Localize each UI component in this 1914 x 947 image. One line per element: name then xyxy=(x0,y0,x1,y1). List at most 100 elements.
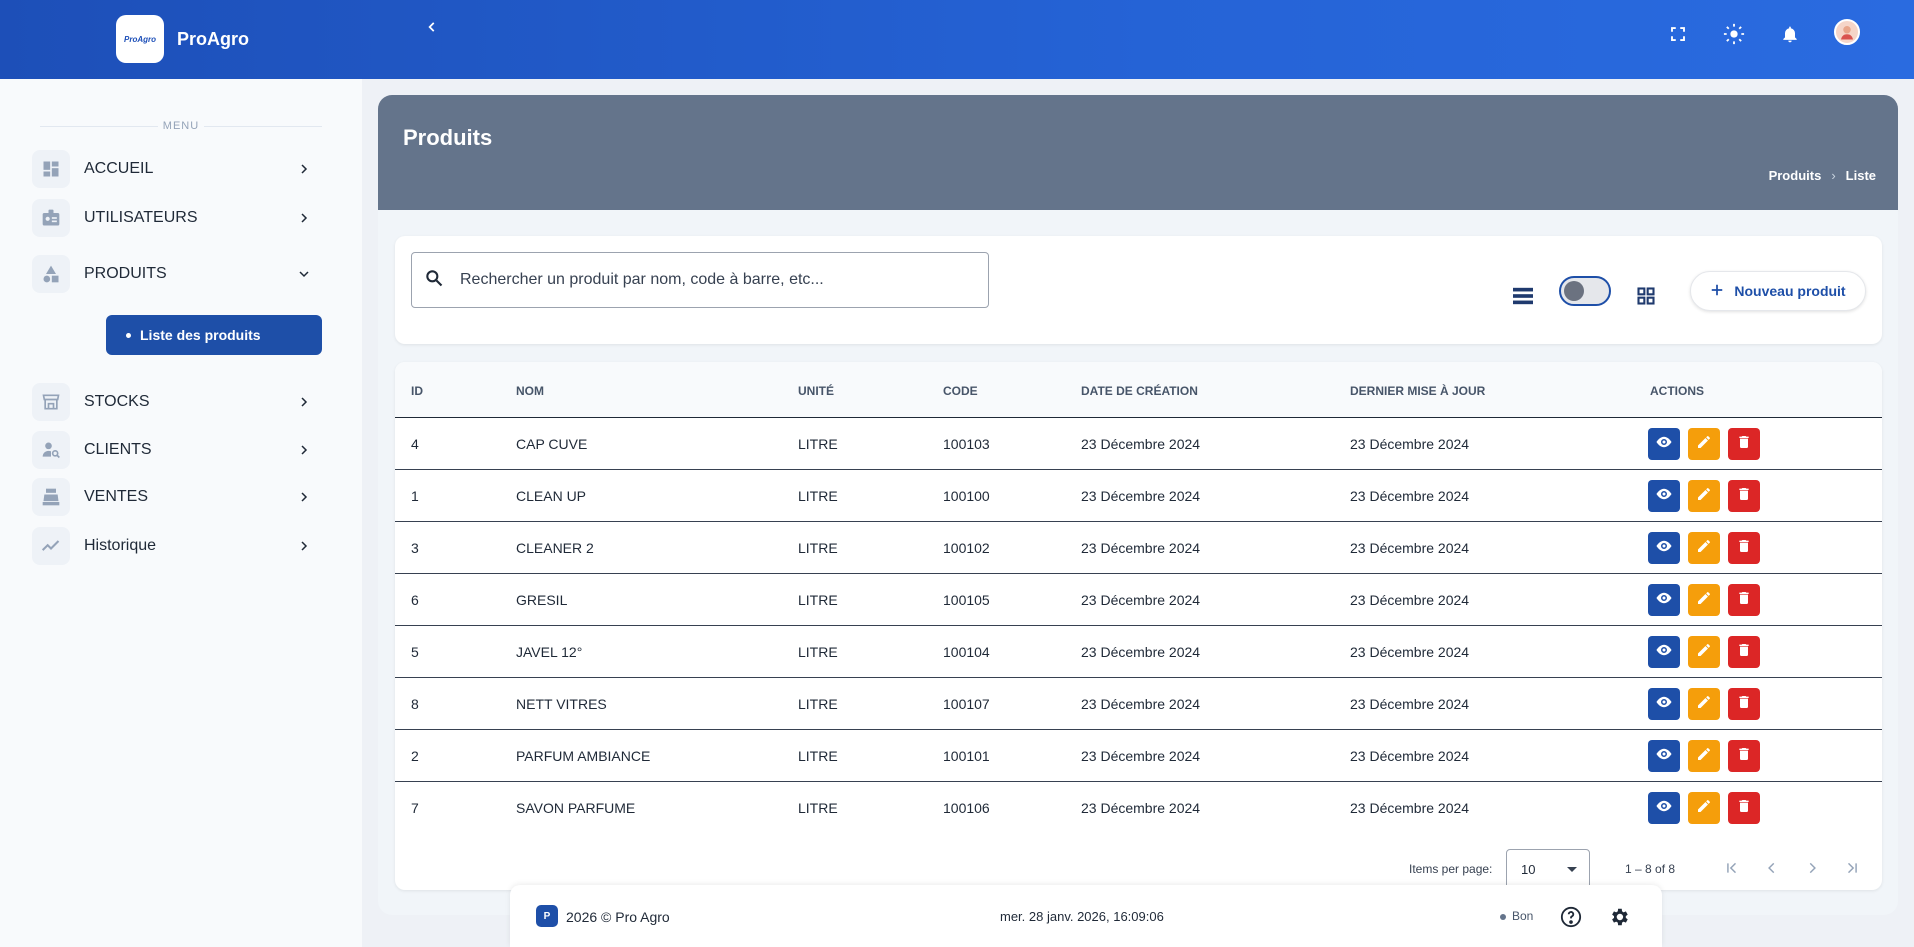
cell-date-creation: 23 Décembre 2024 xyxy=(1081,800,1201,816)
sidebar-item-label: ACCUEIL xyxy=(84,160,154,177)
collapse-sidebar-icon[interactable] xyxy=(420,15,444,39)
delete-button[interactable] xyxy=(1728,636,1760,668)
view-button[interactable] xyxy=(1648,428,1680,460)
cell-id: 1 xyxy=(411,488,419,504)
cell-nom: GRESIL xyxy=(516,592,568,608)
cell-nom: JAVEL 12° xyxy=(516,644,583,660)
chevron-right-icon xyxy=(294,440,314,460)
breadcrumb-item-liste: Liste xyxy=(1845,168,1876,183)
caret-down-icon xyxy=(1567,867,1577,872)
cell-unite: LITRE xyxy=(798,696,838,712)
view-button[interactable] xyxy=(1648,792,1680,824)
sidebar-item-label: UTILISATEURS xyxy=(84,209,198,226)
last-page-icon[interactable] xyxy=(1838,854,1866,882)
app-logo[interactable]: ProAgro xyxy=(116,15,164,63)
column-header-code[interactable]: CODE xyxy=(943,384,978,398)
edit-button[interactable] xyxy=(1688,584,1720,616)
delete-button[interactable] xyxy=(1728,584,1760,616)
column-header-unite[interactable]: UNITÉ xyxy=(798,384,834,398)
column-header-date-creation[interactable]: DATE DE CRÉATION xyxy=(1081,384,1198,398)
delete-button[interactable] xyxy=(1728,792,1760,824)
edit-button[interactable] xyxy=(1688,428,1720,460)
previous-page-icon[interactable] xyxy=(1758,854,1786,882)
notifications-bell-icon[interactable] xyxy=(1778,22,1802,46)
edit-button[interactable] xyxy=(1688,636,1720,668)
delete-button[interactable] xyxy=(1728,740,1760,772)
column-header-nom[interactable]: NOM xyxy=(516,384,544,398)
trash-icon xyxy=(1736,746,1752,767)
sidebar-item-ventes[interactable]: VENTES xyxy=(32,477,322,517)
grid-view-icon[interactable] xyxy=(1632,282,1660,310)
delete-button[interactable] xyxy=(1728,428,1760,460)
edit-button[interactable] xyxy=(1688,688,1720,720)
view-button[interactable] xyxy=(1648,740,1680,772)
sidebar-item-utilisateurs[interactable]: UTILISATEURS xyxy=(32,198,322,238)
cell-date-creation: 23 Décembre 2024 xyxy=(1081,696,1201,712)
table-row[interactable]: 5 JAVEL 12° LITRE 100104 23 Décembre 2024 23 … xyxy=(395,626,1882,678)
cell-code: 100107 xyxy=(943,696,990,712)
sidebar-subitem-liste-produits[interactable]: Liste des produits xyxy=(106,315,322,355)
sidebar-item-historique[interactable]: Historique xyxy=(32,526,322,566)
delete-button[interactable] xyxy=(1728,688,1760,720)
column-header-id[interactable]: ID xyxy=(411,384,423,398)
eye-icon xyxy=(1655,745,1673,768)
table-row[interactable]: 3 CLEANER 2 LITRE 100102 23 Décembre 2024 23 … xyxy=(395,522,1882,574)
table-row[interactable]: 1 CLEAN UP LITRE 100100 23 Décembre 2024 23 D… xyxy=(395,470,1882,522)
new-product-button[interactable]: Nouveau produit xyxy=(1690,271,1866,311)
menu-label: MENU xyxy=(40,120,322,132)
table-row[interactable]: 2 PARFUM AMBIANCE LITRE 100101 23 Décembre 2… xyxy=(395,730,1882,782)
id-badge-icon xyxy=(32,199,70,237)
trash-icon xyxy=(1736,798,1752,819)
settings-gear-icon[interactable] xyxy=(1607,905,1631,929)
sidebar-subitem-label: Liste des produits xyxy=(140,327,261,343)
list-view-icon[interactable] xyxy=(1509,282,1537,310)
view-button[interactable] xyxy=(1648,584,1680,616)
fullscreen-icon[interactable] xyxy=(1666,22,1690,46)
trash-icon xyxy=(1736,434,1752,455)
sidebar-item-produits[interactable]: PRODUITS xyxy=(32,254,322,294)
help-icon[interactable] xyxy=(1559,905,1583,929)
view-button[interactable] xyxy=(1648,688,1680,720)
view-button[interactable] xyxy=(1648,480,1680,512)
first-page-icon[interactable] xyxy=(1718,854,1746,882)
cell-code: 100105 xyxy=(943,592,990,608)
cell-date-maj: 23 Décembre 2024 xyxy=(1350,696,1470,712)
sidebar-item-label: STOCKS xyxy=(84,393,150,410)
view-button[interactable] xyxy=(1648,636,1680,668)
new-product-label: Nouveau produit xyxy=(1734,283,1846,299)
table-row[interactable]: 6 GRESIL LITRE 100105 23 Décembre 2024 23 Déc… xyxy=(395,574,1882,626)
cell-date-creation: 23 Décembre 2024 xyxy=(1081,540,1201,556)
pencil-icon xyxy=(1696,538,1712,559)
sidebar: MENU ACCUEIL UTILISATEURS PRODUITS Liste… xyxy=(0,79,362,947)
table-row[interactable]: 4 CAP CUVE LITRE 100103 23 Décembre 2024 23 D… xyxy=(395,418,1882,470)
view-button[interactable] xyxy=(1648,532,1680,564)
cell-date-maj: 23 Décembre 2024 xyxy=(1350,436,1470,452)
cell-unite: LITRE xyxy=(798,488,838,504)
view-mode-toggle[interactable] xyxy=(1559,276,1611,306)
sidebar-item-accueil[interactable]: ACCUEIL xyxy=(32,149,322,189)
row-actions xyxy=(1648,480,1760,512)
user-avatar[interactable] xyxy=(1834,19,1860,45)
cell-date-maj: 23 Décembre 2024 xyxy=(1350,748,1470,764)
theme-sun-icon[interactable] xyxy=(1722,22,1746,46)
edit-button[interactable] xyxy=(1688,532,1720,564)
delete-button[interactable] xyxy=(1728,532,1760,564)
next-page-icon[interactable] xyxy=(1798,854,1826,882)
footer: P 2026 © Pro Agro mer. 28 janv. 2026, 16… xyxy=(510,885,1662,947)
breadcrumb-item-produits[interactable]: Produits xyxy=(1769,168,1822,183)
search-field[interactable] xyxy=(411,252,989,308)
search-input[interactable] xyxy=(460,271,960,289)
sidebar-item-stocks[interactable]: STOCKS xyxy=(32,382,322,422)
column-header-date-maj[interactable]: DERNIER MISE À JOUR xyxy=(1350,384,1485,398)
edit-button[interactable] xyxy=(1688,792,1720,824)
table-row[interactable]: 8 NETT VITRES LITRE 100107 23 Décembre 2024 2… xyxy=(395,678,1882,730)
table-row[interactable]: 7 SAVON PARFUME LITRE 100106 23 Décembre 202… xyxy=(395,782,1882,834)
items-per-page-select[interactable]: 10 xyxy=(1506,849,1590,889)
edit-button[interactable] xyxy=(1688,480,1720,512)
shapes-icon xyxy=(32,255,70,293)
cell-date-creation: 23 Décembre 2024 xyxy=(1081,748,1201,764)
edit-button[interactable] xyxy=(1688,740,1720,772)
page-title: Produits xyxy=(403,125,493,150)
sidebar-item-clients[interactable]: CLIENTS xyxy=(32,430,322,470)
delete-button[interactable] xyxy=(1728,480,1760,512)
